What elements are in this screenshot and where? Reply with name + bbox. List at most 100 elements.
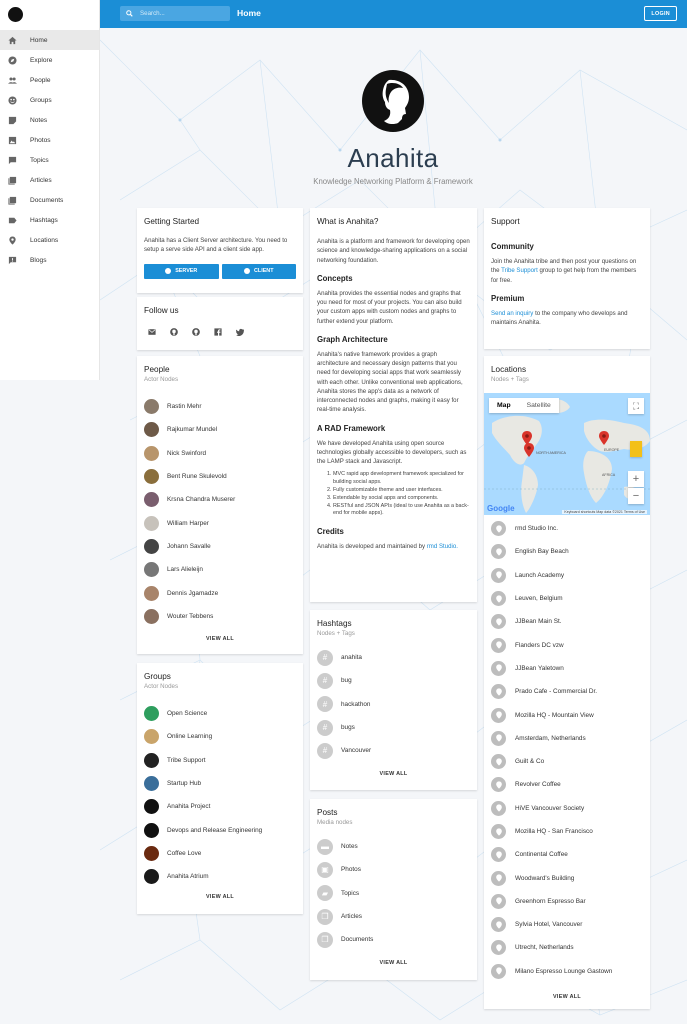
location-item[interactable]: JJBean Main St. bbox=[491, 610, 643, 633]
photo-icon bbox=[8, 136, 17, 144]
sidebar-item-photos[interactable]: Photos bbox=[0, 130, 99, 150]
sidebar-item-groups[interactable]: Groups bbox=[0, 90, 99, 110]
post-type-item[interactable]: ▬ Notes bbox=[317, 835, 470, 858]
sidebar-item-people[interactable]: People bbox=[0, 70, 99, 90]
person-item[interactable]: Dennis Jgamadze bbox=[144, 581, 296, 604]
group-item[interactable]: Devops and Release Engineering bbox=[144, 818, 296, 841]
login-button[interactable]: LOGIN bbox=[644, 6, 677, 21]
post-type-item[interactable]: ▣ Photos bbox=[317, 858, 470, 881]
location-item[interactable]: Continental Coffee bbox=[491, 843, 643, 866]
tribe-support-link[interactable]: Tribe Support bbox=[501, 267, 538, 274]
person-item[interactable]: Bent Rune Skulevold bbox=[144, 465, 296, 488]
twitter-icon[interactable] bbox=[236, 328, 244, 336]
document-icon bbox=[8, 196, 17, 205]
hashtags-view-all[interactable]: VIEW ALL bbox=[317, 771, 470, 777]
getting-started-text: Anahita has a Client Server architecture… bbox=[144, 237, 288, 254]
location-item[interactable]: Launch Academy bbox=[491, 564, 643, 587]
person-item[interactable]: Johann Savalle bbox=[144, 535, 296, 558]
location-item[interactable]: Woodward's Building bbox=[491, 866, 643, 889]
person-item[interactable]: Lars Alieleijn bbox=[144, 558, 296, 581]
post-type-item[interactable]: ▰ Topics bbox=[317, 882, 470, 905]
email-icon[interactable] bbox=[148, 328, 156, 336]
person-item[interactable]: Rajkumar Mundel bbox=[144, 418, 296, 441]
person-item[interactable]: Wouter Tebbens bbox=[144, 605, 296, 628]
post-type-item[interactable]: ❐ Articles bbox=[317, 905, 470, 928]
location-item[interactable]: Mozilla HQ - Mountain View bbox=[491, 703, 643, 726]
hashtag-item[interactable]: # Vancouver bbox=[317, 739, 470, 762]
location-item[interactable]: Revolver Coffee bbox=[491, 773, 643, 796]
post-type-label: Topics bbox=[341, 889, 360, 897]
people-view-all[interactable]: VIEW ALL bbox=[144, 636, 296, 642]
location-item[interactable]: Mozilla HQ - San Francisco bbox=[491, 820, 643, 843]
server-button[interactable]: SERVER bbox=[144, 263, 219, 279]
group-item[interactable]: Anahita Project bbox=[144, 795, 296, 818]
location-item[interactable]: Utrecht, Netherlands bbox=[491, 936, 643, 959]
location-item[interactable]: Guilt & Co bbox=[491, 750, 643, 773]
map-marker-icon[interactable] bbox=[524, 443, 534, 457]
location-item[interactable]: HiVE Vancouver Society bbox=[491, 797, 643, 820]
location-name: Milano Espresso Lounge Gastown bbox=[515, 967, 613, 975]
location-item[interactable]: Greenhorn Espresso Bar bbox=[491, 890, 643, 913]
sidebar-item-blogs[interactable]: Blogs bbox=[0, 250, 99, 270]
sidebar-item-articles[interactable]: Articles bbox=[0, 170, 99, 190]
zoom-out-button[interactable]: − bbox=[628, 488, 644, 504]
sidebar-item-hashtags[interactable]: Hashtags bbox=[0, 210, 99, 230]
location-item[interactable]: Sylvia Hotel, Vancouver bbox=[491, 913, 643, 936]
locations-map[interactable]: Map Satellite ⛶ + − NORTH AMERICA EUROPE… bbox=[484, 393, 650, 515]
location-name: JJBean Yaletown bbox=[515, 664, 564, 672]
posts-view-all[interactable]: VIEW ALL bbox=[317, 960, 470, 966]
group-item[interactable]: Anahita Atrium bbox=[144, 865, 296, 888]
sidebar-item-home[interactable]: Home bbox=[0, 30, 99, 50]
search-input[interactable] bbox=[140, 10, 220, 17]
location-pin-icon bbox=[491, 800, 506, 816]
person-item[interactable]: Krsna Chandra Muserer bbox=[144, 488, 296, 511]
github-icon[interactable] bbox=[170, 328, 178, 336]
hashtag-item[interactable]: # bugs bbox=[317, 716, 470, 739]
post-type-item[interactable]: ❐ Documents bbox=[317, 928, 470, 951]
facebook-icon[interactable] bbox=[214, 328, 222, 336]
search-icon bbox=[126, 10, 133, 17]
rmd-studio-link[interactable]: rmd Studio. bbox=[427, 543, 458, 550]
hashtag-item[interactable]: # anahita bbox=[317, 646, 470, 669]
map-tab[interactable]: Map bbox=[489, 398, 519, 413]
person-item[interactable]: William Harper bbox=[144, 511, 296, 534]
location-item[interactable]: Flanders DC vzw bbox=[491, 633, 643, 656]
street-view-icon[interactable] bbox=[630, 441, 642, 457]
location-item[interactable]: Prado Cafe - Commercial Dr. bbox=[491, 680, 643, 703]
group-item[interactable]: Startup Hub bbox=[144, 772, 296, 795]
search-box[interactable] bbox=[120, 6, 230, 21]
support-card: Support Community Join the Anahita tribe… bbox=[484, 208, 650, 349]
sidebar-item-explore[interactable]: Explore bbox=[0, 50, 99, 70]
client-button[interactable]: CLIENT bbox=[221, 263, 296, 279]
sidebar-item-locations[interactable]: Locations bbox=[0, 230, 99, 250]
premium-text: Send an inquiry to the company who devel… bbox=[491, 309, 643, 328]
locations-view-all[interactable]: VIEW ALL bbox=[491, 994, 643, 1000]
location-item[interactable]: Milano Espresso Lounge Gastown bbox=[491, 960, 643, 983]
sidebar-item-notes[interactable]: Notes bbox=[0, 110, 99, 130]
location-item[interactable]: Amsterdam, Netherlands bbox=[491, 727, 643, 750]
group-item[interactable]: Open Science bbox=[144, 702, 296, 725]
hashtag-item[interactable]: # bug bbox=[317, 669, 470, 692]
anahita-logo[interactable] bbox=[8, 6, 23, 22]
hashtag-item[interactable]: # hackathon bbox=[317, 693, 470, 716]
satellite-tab[interactable]: Satellite bbox=[519, 398, 559, 413]
map-marker-icon[interactable] bbox=[599, 431, 609, 445]
map-attribution[interactable]: Keyboard shortcuts Map data ©2021 Terms … bbox=[562, 510, 647, 514]
sidebar-item-documents[interactable]: Documents bbox=[0, 190, 99, 210]
location-item[interactable]: JJBean Yaletown bbox=[491, 657, 643, 680]
tag-icon bbox=[8, 217, 17, 223]
github-icon[interactable] bbox=[192, 328, 200, 336]
zoom-in-button[interactable]: + bbox=[628, 471, 644, 487]
groups-view-all[interactable]: VIEW ALL bbox=[144, 894, 296, 900]
group-item[interactable]: Coffee Love bbox=[144, 842, 296, 865]
person-item[interactable]: Nick Swinford bbox=[144, 442, 296, 465]
fullscreen-icon[interactable]: ⛶ bbox=[628, 398, 644, 414]
person-item[interactable]: Rastin Mehr bbox=[144, 395, 296, 418]
group-item[interactable]: Online Learning bbox=[144, 725, 296, 748]
location-item[interactable]: English Bay Beach bbox=[491, 540, 643, 563]
location-item[interactable]: rmd Studio Inc. bbox=[491, 517, 643, 540]
location-item[interactable]: Leuven, Belgium bbox=[491, 587, 643, 610]
group-item[interactable]: Tribe Support bbox=[144, 749, 296, 772]
sidebar-item-topics[interactable]: Topics bbox=[0, 150, 99, 170]
send-inquiry-link[interactable]: Send an inquiry bbox=[491, 310, 533, 317]
